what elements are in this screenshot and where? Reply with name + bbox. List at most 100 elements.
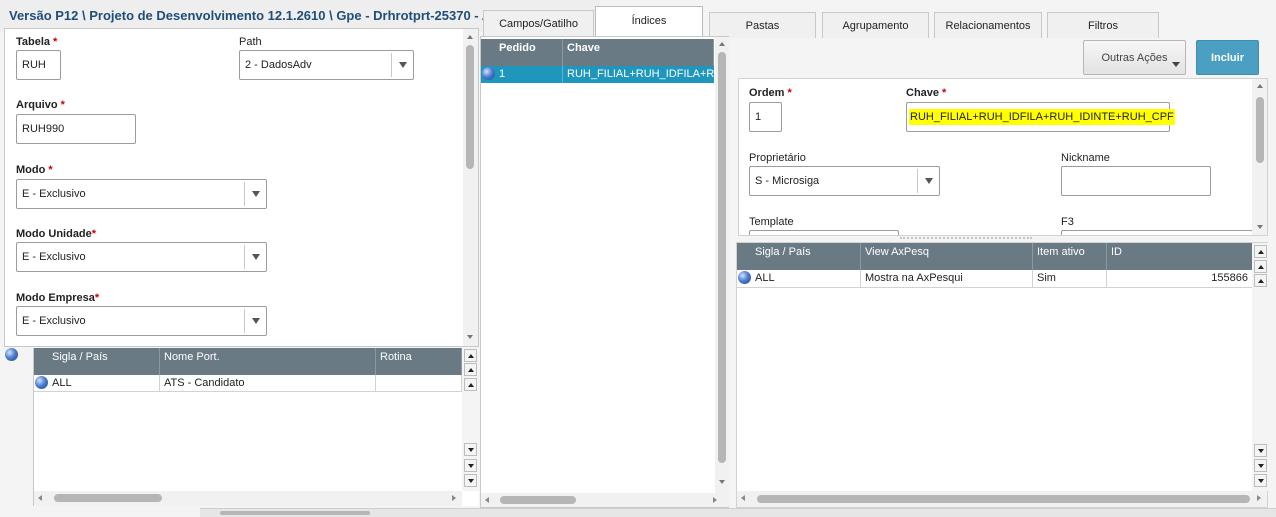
modo-unidade-select[interactable]: E - Exclusivo [16, 242, 267, 272]
column-header-id[interactable]: ID [1107, 243, 1252, 270]
sigla-grid-vscroll [462, 348, 479, 491]
column-header-item-ativo[interactable]: Item ativo [1033, 243, 1107, 270]
column-header-nome[interactable]: Nome Port. [160, 348, 376, 375]
scroll-left-icon[interactable] [741, 495, 745, 501]
scroll-thumb[interactable] [220, 511, 370, 515]
table-properties-panel: Tabela * RUH Path 2 - DadosAdv Arquivo * R… [4, 28, 479, 347]
table-row[interactable]: ALL Mostra na AxPesqui Sim 155866 [737, 270, 1252, 288]
splitter-handle[interactable] [900, 237, 1032, 239]
chave-field[interactable]: RUH_FILIAL+RUH_IDFILA+RUH_IDINTE+RUH_CPF [906, 102, 1175, 132]
form-scrollbar[interactable] [463, 29, 478, 346]
chevron-down-icon[interactable] [467, 335, 473, 339]
globe-icon [482, 67, 495, 80]
column-header-sigla[interactable]: Sigla / País [751, 243, 861, 270]
index-grid-vscroll[interactable] [715, 37, 729, 493]
globe-icon [5, 348, 18, 361]
modo-select[interactable]: E - Exclusivo [16, 179, 267, 209]
scroll-right-icon[interactable] [452, 495, 456, 501]
sigla-grid-hscroll[interactable] [34, 491, 462, 506]
outras-acoes-label: Outras Ações [1101, 52, 1168, 64]
column-header-sigla[interactable]: Sigla / País [48, 348, 160, 375]
outer-hscroll[interactable] [200, 508, 1276, 517]
column-header-pedido[interactable]: Pedido [495, 39, 563, 66]
template-field[interactable] [749, 230, 899, 235]
right-grid-vscroll [1252, 243, 1268, 491]
f3-field[interactable] [1061, 230, 1253, 235]
scroll-left-icon[interactable] [485, 497, 489, 503]
chevron-down-icon[interactable] [1257, 225, 1263, 229]
table-row[interactable]: ALL ATS - Candidato [34, 375, 462, 392]
column-header-view-axpesq[interactable]: View AxPesq [861, 243, 1033, 270]
scroll-page-up-button[interactable] [1254, 260, 1267, 273]
chevron-up-icon[interactable] [1257, 84, 1263, 88]
scroll-page-down-button[interactable] [1254, 459, 1267, 472]
scroll-page-up-button[interactable] [464, 363, 477, 376]
cell-nome: ATS - Candidato [160, 375, 376, 391]
scroll-top-button[interactable] [1254, 245, 1267, 258]
right-sigla-grid-header: Sigla / País View AxPesq Item ativo ID [737, 243, 1252, 270]
modo-empresa-select[interactable]: E - Exclusivo [16, 306, 267, 336]
scroll-left-icon[interactable] [38, 495, 42, 501]
f3-label: F3 [1061, 216, 1074, 228]
scroll-right-icon[interactable] [1257, 495, 1261, 501]
arquivo-label: Arquivo * [16, 99, 65, 111]
proprietario-value: S - Microsiga [755, 175, 820, 187]
right-grid-hscroll[interactable] [737, 491, 1267, 507]
scroll-down-button[interactable] [464, 443, 477, 456]
path-select[interactable]: 2 - DadosAdv [239, 50, 414, 80]
sigla-grid-header: Sigla / País Nome Port. Rotina [34, 348, 462, 375]
cell-chave: RUH_FILIAL+RUH_IDFILA+RUH_IDINTE+RUH_CPF [567, 68, 714, 80]
tab-campos-gatilho[interactable]: Campos/Gatilho [483, 10, 594, 36]
scroll-page-down-button[interactable] [464, 459, 477, 472]
tab-filtros[interactable]: Filtros [1047, 12, 1159, 38]
cell-pedido: 1 [495, 66, 563, 83]
scroll-top-button[interactable] [464, 349, 477, 362]
scroll-up-button[interactable] [1254, 274, 1267, 287]
tab-pastas[interactable]: Pastas [709, 12, 816, 38]
index-form-scrollbar[interactable] [1252, 79, 1267, 235]
arquivo-field[interactable]: RUH990 [16, 114, 136, 144]
outras-acoes-button[interactable]: Outras Ações [1083, 40, 1186, 75]
nickname-field[interactable] [1061, 166, 1211, 196]
path-label: Path [239, 36, 262, 48]
chevron-down-icon [391, 53, 413, 77]
cell-id: 155866 [1211, 272, 1248, 284]
scroll-thumb[interactable] [500, 496, 576, 504]
scroll-bottom-button[interactable] [464, 474, 477, 487]
proprietario-select[interactable]: S - Microsiga [749, 166, 940, 196]
globe-icon [738, 271, 751, 284]
scroll-thumb[interactable] [757, 495, 1250, 503]
tab-indices[interactable]: Índices [595, 6, 703, 37]
ordem-field[interactable]: 1 [749, 102, 782, 132]
table-row[interactable]: 1 RUH_FILIAL+RUH_IDFILA+RUH_IDINTE+RUH_C… [481, 66, 714, 83]
chevron-down-icon [244, 245, 266, 269]
scroll-thumb[interactable] [1256, 97, 1264, 163]
chevron-down-icon [917, 169, 939, 193]
index-form-panel: Ordem * 1 Chave * RUH_FILIAL+RUH_IDFILA+RU… [738, 78, 1268, 236]
scroll-thumb[interactable] [718, 52, 726, 463]
chevron-down-icon[interactable] [719, 480, 725, 484]
tabela-field[interactable]: RUH [16, 50, 61, 80]
tabela-value: RUH [22, 59, 46, 71]
template-label: Template [749, 216, 794, 228]
tab-relacionamentos[interactable]: Relacionamentos [934, 12, 1042, 38]
cell-sigla: ALL [48, 375, 160, 391]
modo-unidade-label: Modo Unidade* [16, 228, 97, 240]
scroll-up-button[interactable] [464, 378, 477, 391]
scroll-thumb[interactable] [54, 494, 162, 502]
scroll-thumb[interactable] [466, 45, 474, 169]
app-window: Versão P12 \ Projeto de Desenvolvimento … [0, 0, 1276, 517]
column-header-rotina[interactable]: Rotina [376, 348, 462, 375]
column-header-chave[interactable]: Chave [563, 39, 714, 66]
incluir-button[interactable]: Incluir [1196, 40, 1259, 75]
scroll-right-icon[interactable] [713, 497, 717, 503]
nickname-label: Nickname [1061, 152, 1110, 164]
globe-icon [35, 376, 48, 389]
scroll-down-button[interactable] [1254, 444, 1267, 457]
tab-agrupamento[interactable]: Agrupamento [822, 12, 929, 38]
index-grid-hscroll[interactable] [481, 493, 729, 507]
chevron-up-icon[interactable] [719, 42, 725, 46]
chevron-up-icon[interactable] [467, 35, 473, 39]
scroll-bottom-button[interactable] [1254, 474, 1267, 487]
chevron-down-icon [244, 309, 266, 333]
